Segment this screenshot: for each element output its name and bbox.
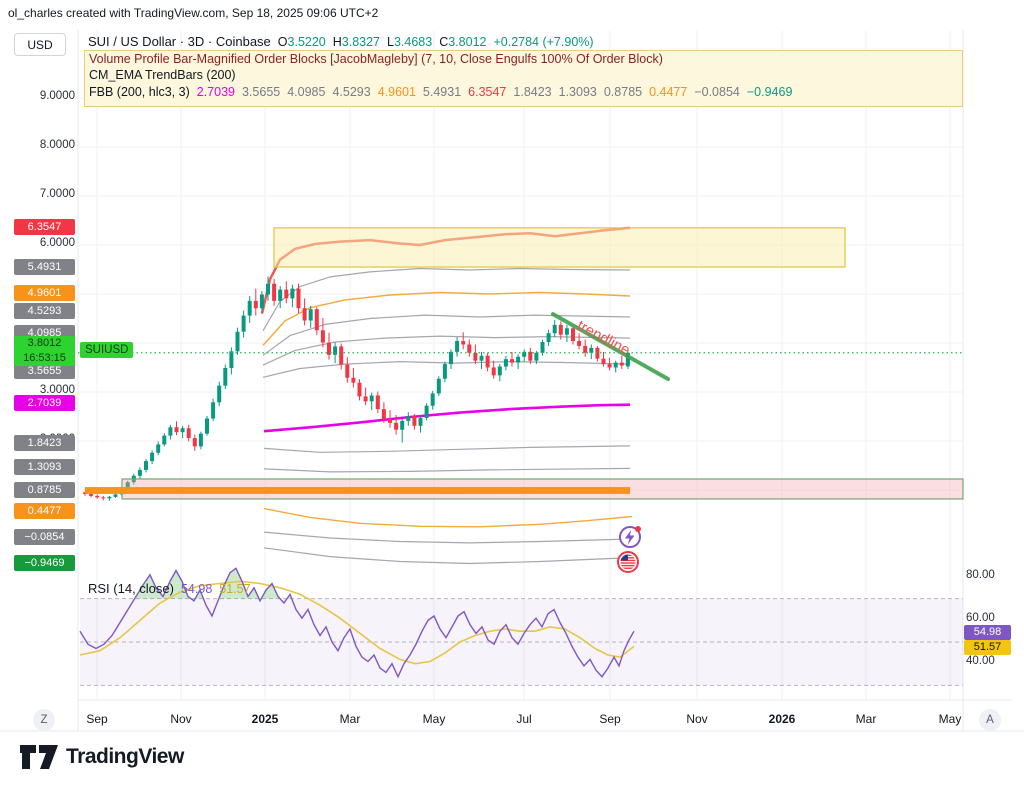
price-axis-label: 7.0000	[14, 188, 75, 200]
symbol-price-flag: SUIUSD	[80, 342, 133, 358]
indicator-cm-ema[interactable]: CM_EMA TrendBars (200)	[89, 68, 236, 82]
fbb-band-value: 4.0985	[287, 85, 325, 99]
price-axis-label: 9.0000	[14, 90, 75, 102]
fbb-band-value: 0.8785	[604, 85, 642, 99]
fbb-band-value: 4.5293	[332, 85, 370, 99]
price-level-badge: 4.9601	[14, 285, 75, 301]
fbb-label: FBB (200, hlc3, 3)	[89, 85, 190, 99]
rsi-value: 54.98	[181, 582, 212, 596]
price-axis-label: 8.0000	[14, 139, 75, 151]
current-price-badge: 3.8012 16:53:15	[14, 336, 75, 366]
price-level-badge: 6.3547	[14, 219, 75, 235]
fbb-band-value: 6.3547	[468, 85, 506, 99]
chart-canvas[interactable]	[0, 0, 1024, 791]
time-axis-label[interactable]: Sep	[86, 712, 107, 726]
time-axis-label[interactable]: 2025	[252, 712, 279, 726]
ohlc-item: L3.4683	[387, 35, 432, 49]
tradingview-logo[interactable]: TradingView	[20, 744, 184, 770]
currency-button[interactable]: USD	[14, 33, 66, 56]
rsi-value-badge: 51.57	[964, 640, 1011, 655]
fbb-band-value: 5.4931	[423, 85, 461, 99]
auto-scale-button[interactable]: A	[979, 709, 1001, 731]
fbb-band-value: 2.7039	[197, 85, 235, 99]
price-level-badge: 0.4477	[14, 503, 75, 519]
rsi-axis-label: 80.00	[966, 569, 995, 581]
symbol-legend[interactable]: SUI / US Dollar · 3D · Coinbase O3.5220 H…	[88, 34, 594, 49]
fbb-band-value: −0.0854	[694, 85, 740, 99]
price-level-badge: 4.5293	[14, 303, 75, 319]
indicator-fbb[interactable]: FBB (200, hlc3, 3) 2.7039 3.5655 4.0985 4.5…	[89, 85, 792, 99]
time-axis-label[interactable]: Sep	[599, 712, 620, 726]
chart-credit: ol_charles created with TradingView.com,…	[8, 6, 378, 20]
current-price: 3.8012	[14, 336, 75, 351]
price-level-badge: 1.8423	[14, 435, 75, 451]
fbb-band-value: 1.8423	[513, 85, 551, 99]
ohlc-values: O3.5220 H3.8327 L3.4683 C3.8012	[278, 35, 487, 49]
fbb-band-value: −0.9469	[747, 85, 793, 99]
rsi-axis-label: 60.00	[966, 612, 995, 624]
time-axis-label[interactable]: 2026	[769, 712, 796, 726]
indicator-volume-profile[interactable]: Volume Profile Bar-Magnified Order Block…	[89, 52, 663, 66]
price-level-badge: −0.9469	[14, 555, 75, 571]
time-axis-label[interactable]: Jul	[516, 712, 531, 726]
price-level-badge: −0.0854	[14, 529, 75, 545]
ohlc-item: C3.8012	[439, 35, 486, 49]
rsi-label: RSI (14, close)	[88, 581, 174, 596]
time-axis-label[interactable]: Nov	[170, 712, 191, 726]
fbb-band-value: 4.9601	[378, 85, 416, 99]
rsi-axis-label: 40.00	[966, 655, 995, 667]
bar-countdown: 16:53:15	[14, 351, 75, 366]
change-value: +0.2784 (+7.90%)	[493, 35, 593, 49]
rsi-value-badge: 54.98	[964, 625, 1011, 640]
tradingview-chart-window: ol_charles created with TradingView.com,…	[0, 0, 1024, 791]
time-axis-label[interactable]: Mar	[856, 712, 877, 726]
timezone-button[interactable]: Z	[33, 709, 55, 731]
rsi-ma-value: 51.57	[219, 582, 250, 596]
tradingview-logo-text: TradingView	[66, 745, 184, 769]
rsi-legend[interactable]: RSI (14, close) 54.98 51.57	[88, 581, 251, 596]
price-level-badge: 1.3093	[14, 459, 75, 475]
time-axis-label[interactable]: May	[423, 712, 446, 726]
price-axis-label: 6.0000	[14, 237, 75, 249]
time-axis-label[interactable]: Nov	[686, 712, 707, 726]
ohlc-item: O3.5220	[278, 35, 326, 49]
time-axis-label[interactable]: Mar	[340, 712, 361, 726]
fbb-values: 2.7039 3.5655 4.0985 4.5293 4.9601 5.4931 6.35…	[197, 85, 793, 99]
price-level-badge: 0.8785	[14, 482, 75, 498]
price-level-badge: 2.7039	[14, 395, 75, 411]
fbb-band-value: 0.4477	[649, 85, 687, 99]
tradingview-logo-icon	[20, 744, 58, 770]
fbb-band-value: 3.5655	[242, 85, 280, 99]
time-axis-label[interactable]: May	[939, 712, 962, 726]
price-level-badge: 5.4931	[14, 259, 75, 275]
symbol-title[interactable]: SUI / US Dollar · 3D · Coinbase	[88, 34, 271, 49]
ohlc-item: H3.8327	[333, 35, 380, 49]
fbb-band-value: 1.3093	[559, 85, 597, 99]
